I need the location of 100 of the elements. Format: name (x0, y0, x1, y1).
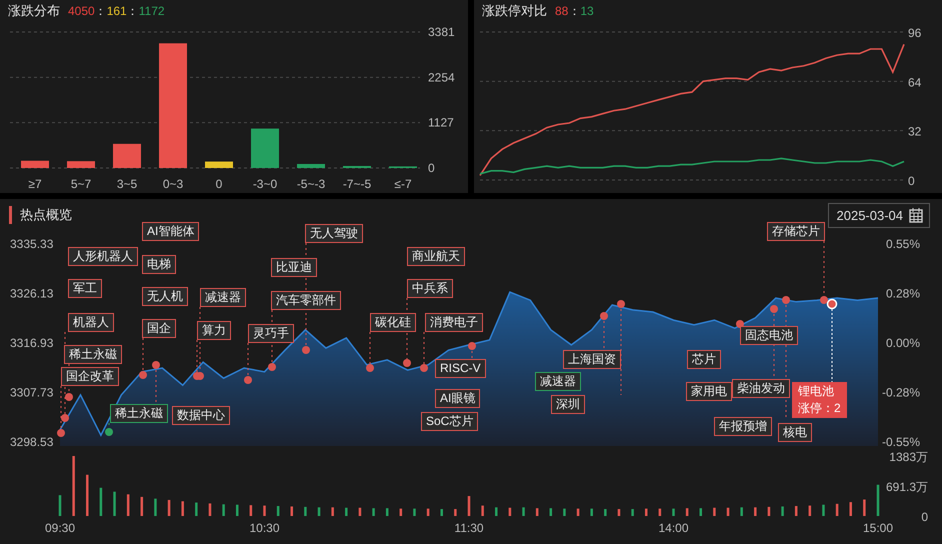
panel-title: 热点概览 (20, 206, 72, 224)
bar (67, 161, 95, 168)
volume-bar (768, 506, 770, 516)
topic-tag: 国企改革 (61, 367, 119, 386)
bar (113, 144, 141, 168)
ratio-value: 4050 (68, 4, 95, 18)
volume-bar (250, 505, 252, 516)
volume-bar (631, 509, 634, 516)
volume-bar (276, 506, 280, 516)
topic-tag: 国企 (142, 319, 176, 338)
axis-label: 15:00 (862, 521, 894, 535)
topic-tag: 家用电 (686, 382, 732, 401)
volume-bar (58, 495, 62, 516)
bar (205, 162, 233, 168)
volume-bar (208, 503, 212, 516)
volume-bar (440, 509, 443, 516)
topic-tag: 机器人 (68, 313, 114, 332)
axis-label: 14:00 (658, 521, 689, 535)
axis-label: 5~7 (70, 177, 92, 191)
axis-label: 0~3 (162, 177, 184, 191)
volume-bar (263, 506, 266, 516)
topic-tag: 无人驾驶 (305, 224, 363, 243)
bar (251, 128, 279, 168)
volume-bar (386, 508, 388, 516)
volume-bar (508, 508, 512, 516)
volume-bar (304, 506, 307, 516)
axis-label: -7~-5 (342, 177, 372, 191)
axis-label: 1383万 (889, 450, 928, 464)
volume-bar (644, 508, 648, 516)
topic-tag: 人形机器人 (68, 247, 138, 266)
volume-bar (576, 508, 580, 516)
axis-label: 64 (908, 75, 922, 90)
topic-tag: AI眼镜 (435, 389, 480, 408)
axis-label: -0.55% (882, 435, 920, 449)
axis-label: ≥7 (28, 177, 42, 191)
axis-label: 1127 (428, 116, 454, 130)
volume-bar (468, 496, 470, 516)
topic-tag: 稀土永磁 (64, 345, 122, 364)
axis-label: 3335.33 (10, 237, 54, 251)
volume-bar (113, 492, 116, 516)
axis-label: -3~0 (252, 177, 278, 191)
topic-tag: 比亚迪 (271, 258, 317, 277)
volume-bar (86, 474, 89, 516)
date-picker[interactable]: 2025-03-04 (828, 202, 930, 228)
volume-bar (604, 509, 607, 516)
selected-dot (826, 298, 838, 310)
topic-tag: 电梯 (142, 255, 176, 274)
topic-tag: 柴油发动 (732, 379, 790, 398)
volume-bar (400, 508, 402, 516)
ratio-value: 1172 (138, 4, 165, 18)
volume-bar (808, 506, 812, 516)
axis-label: -0.28% (882, 386, 920, 400)
topic-tag: 减速器 (200, 288, 246, 307)
volume-bar (168, 500, 170, 516)
topic-tag: 灵巧手 (248, 324, 294, 343)
axis-label: 3~5 (116, 177, 138, 191)
topic-tag: 碳化硅 (370, 313, 416, 332)
volume-bar (686, 508, 688, 516)
axis-label: 0.28% (886, 286, 920, 300)
tooltip-text: 锂电池 (798, 383, 835, 400)
topic-tag: AI智能体 (142, 222, 200, 241)
volume-bar (454, 509, 457, 516)
volume-bar (126, 494, 130, 516)
volume-bar (726, 508, 730, 516)
axis-label: 3381 (428, 25, 455, 39)
topic-tag: 深圳 (551, 395, 585, 414)
tooltip-text: 涨停：2 (798, 400, 841, 417)
topic-tag: 军工 (68, 279, 102, 298)
calendar-icon (909, 208, 923, 222)
axis-label: 32 (908, 124, 922, 139)
volume-bar (522, 507, 525, 516)
ratio-value: 161 (106, 4, 127, 18)
axis-label: 0 (428, 161, 435, 175)
axis-label: 0.00% (886, 336, 920, 350)
axis-label: 09:30 (44, 521, 76, 535)
volume-bar (740, 507, 743, 516)
axis-label: 2254 (428, 70, 455, 84)
volume-bar (290, 506, 294, 516)
volume-bar (154, 498, 157, 516)
volume-bar (618, 509, 620, 516)
volume-bar (331, 507, 334, 516)
volume-bar (222, 504, 225, 516)
volume-bar (876, 484, 880, 516)
topic-tag: RISC-V (435, 359, 486, 378)
volume-bar (372, 508, 375, 516)
title-accent (9, 206, 12, 224)
volume-bar (72, 456, 75, 516)
axis-label: 3307.73 (10, 386, 54, 400)
volume-bar (590, 508, 593, 516)
ratio-value: ： (94, 2, 107, 20)
volume-bar (345, 508, 348, 516)
axis-label: 96 (908, 26, 922, 40)
topic-tag: 中兵系 (407, 279, 453, 298)
volume-bar (426, 508, 430, 516)
axis-label: -5~-3 (296, 177, 326, 191)
volume-bar (100, 488, 102, 516)
bar (21, 160, 49, 168)
topic-tag: 减速器 (535, 372, 581, 391)
ratio-value: ： (126, 2, 139, 20)
volume-bar (563, 508, 566, 516)
